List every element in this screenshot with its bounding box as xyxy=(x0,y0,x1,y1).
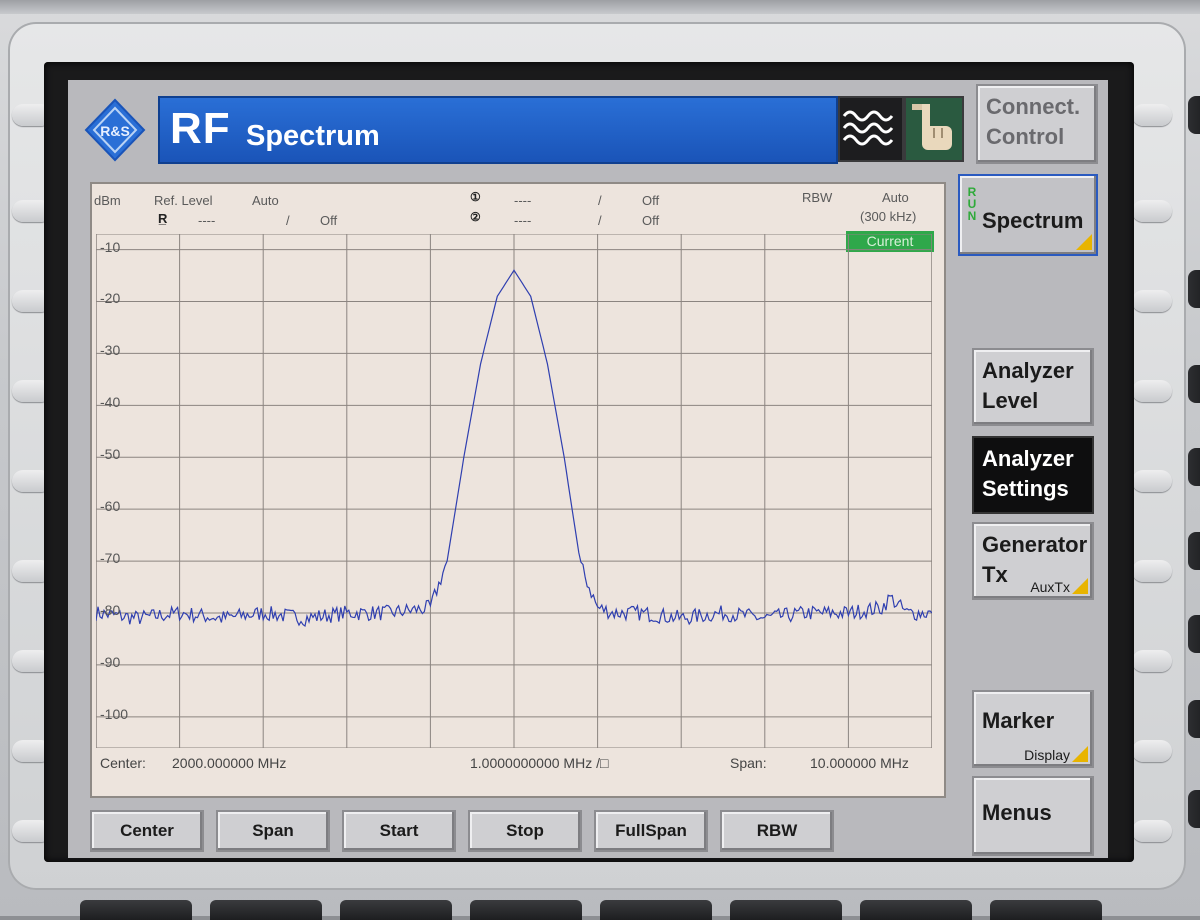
menus-button[interactable]: Menus xyxy=(972,776,1094,856)
connect-control-label: Connect. Control xyxy=(986,94,1081,149)
plot-grid xyxy=(96,234,932,748)
ref-level-off: Off xyxy=(320,213,338,228)
signal-wave-icon[interactable] xyxy=(838,96,904,162)
rbw-button[interactable]: RBW xyxy=(720,810,834,852)
hardware-key-bottom[interactable] xyxy=(730,900,842,920)
y-tick-label: -50 xyxy=(100,446,121,463)
hardware-key-right[interactable] xyxy=(1188,790,1200,828)
marker-sub-label: Display xyxy=(1024,747,1070,763)
marker-label: Marker xyxy=(982,708,1055,733)
right-bezel-ridge xyxy=(1132,290,1172,312)
stop-button[interactable]: Stop xyxy=(468,810,582,852)
hardware-key-bottom[interactable] xyxy=(80,900,192,920)
title-spectrum: Spectrum xyxy=(246,120,380,152)
hardware-key-right[interactable] xyxy=(1188,532,1200,570)
center-button[interactable]: Center xyxy=(90,810,204,852)
marker-2-value: ---- xyxy=(514,213,532,228)
marker-2-off: Off xyxy=(642,213,660,228)
run-letter: N xyxy=(967,209,977,223)
hardware-key-right[interactable] xyxy=(1188,96,1200,134)
rbw-label: RBW xyxy=(802,190,833,205)
svg-text:R&S: R&S xyxy=(100,123,130,139)
y-tick-label: -100 xyxy=(100,705,129,722)
generator-tx-button[interactable]: Generator Tx AuxTx xyxy=(972,522,1094,600)
spectrum-button[interactable]: R U N Spectrum xyxy=(958,174,1098,256)
submenu-corner-icon xyxy=(1072,578,1088,594)
hardware-key-right[interactable] xyxy=(1188,700,1200,738)
rbw-mode: Auto xyxy=(882,190,909,205)
y-tick-label: -40 xyxy=(100,394,121,411)
fullspan-button[interactable]: FullSpan xyxy=(594,810,708,852)
y-tick-label: -80 xyxy=(100,602,121,618)
analyzer-settings-button[interactable]: Analyzer Settings xyxy=(972,436,1094,514)
rbw-value: (300 kHz) xyxy=(860,209,917,224)
right-bezel-ridge xyxy=(1132,820,1172,842)
ref-level-mode: Auto xyxy=(252,193,279,208)
menus-label: Menus xyxy=(982,800,1052,825)
spectrum-button-label: Spectrum xyxy=(982,208,1084,233)
right-bezel-ridge xyxy=(1132,380,1172,402)
right-bezel-ridge xyxy=(1132,740,1172,762)
generator-label: Generator xyxy=(982,532,1088,557)
span-value: 10.000000 MHz xyxy=(810,755,909,771)
hardware-key-bottom[interactable] xyxy=(860,900,972,920)
hardware-key-bottom[interactable] xyxy=(210,900,322,920)
unit-label: dBm xyxy=(94,193,121,208)
marker-2-icon: ② xyxy=(470,210,481,224)
y-tick-label: -90 xyxy=(100,653,121,670)
marker-2-slash: / xyxy=(598,213,602,228)
division-value: 1.0000000000 MHz /□ xyxy=(470,755,609,771)
marker-button[interactable]: Marker Display xyxy=(972,690,1094,768)
marker-1-off: Off xyxy=(642,193,660,208)
hardware-key-right[interactable] xyxy=(1188,365,1200,403)
y-tick-label: -20 xyxy=(100,290,121,307)
device-top-strip xyxy=(0,0,1200,14)
hardware-key-right[interactable] xyxy=(1188,270,1200,308)
hardware-key-bottom[interactable] xyxy=(600,900,712,920)
analyzer-level-button[interactable]: Analyzer Level xyxy=(972,348,1094,426)
span-label: Span: xyxy=(730,755,767,771)
generator-sub-label: AuxTx xyxy=(1030,579,1070,595)
ref-level-label: Ref. Level xyxy=(154,193,213,208)
y-tick-label: -60 xyxy=(100,498,121,515)
title-rf: RF xyxy=(170,104,231,153)
marker-1-value: ---- xyxy=(514,193,532,208)
center-value: 2000.000000 MHz xyxy=(172,755,287,771)
run-indicator: R U N xyxy=(966,186,978,222)
hardware-key-right[interactable] xyxy=(1188,615,1200,653)
submenu-corner-icon xyxy=(1072,746,1088,762)
start-button[interactable]: Start xyxy=(342,810,456,852)
right-bezel-ridge xyxy=(1132,560,1172,582)
center-label: Center: xyxy=(100,755,146,771)
hardware-key-bottom[interactable] xyxy=(990,900,1102,920)
rs-logo-icon: R&S xyxy=(84,98,146,162)
span-button[interactable]: Span xyxy=(216,810,330,852)
right-bezel-ridge xyxy=(1132,200,1172,222)
hardware-key-right[interactable] xyxy=(1188,448,1200,486)
ref-level-slash: / xyxy=(286,213,290,228)
connect-control-button[interactable]: Connect. Control xyxy=(976,84,1098,164)
touch-hand-icon[interactable] xyxy=(904,96,964,162)
right-bezel-ridge xyxy=(1132,104,1172,126)
ref-marker-icon: R̲ xyxy=(158,211,168,226)
spectrum-plot xyxy=(96,234,932,748)
y-tick-label: -30 xyxy=(100,342,121,359)
hardware-key-bottom[interactable] xyxy=(340,900,452,920)
hardware-key-bottom[interactable] xyxy=(470,900,582,920)
marker-1-slash: / xyxy=(598,193,602,208)
right-bezel-ridge xyxy=(1132,470,1172,492)
analyzer-settings-label: Analyzer Settings xyxy=(982,446,1074,501)
marker-1-icon: ① xyxy=(470,190,481,204)
title-bar: RF Spectrum xyxy=(158,96,838,164)
submenu-corner-icon xyxy=(1076,234,1092,250)
analyzer-level-label: Analyzer Level xyxy=(982,358,1074,413)
ref-level-value: ---- xyxy=(198,213,216,228)
y-tick-label: -70 xyxy=(100,550,121,567)
y-tick-label: -10 xyxy=(100,238,121,255)
right-bezel-ridge xyxy=(1132,650,1172,672)
